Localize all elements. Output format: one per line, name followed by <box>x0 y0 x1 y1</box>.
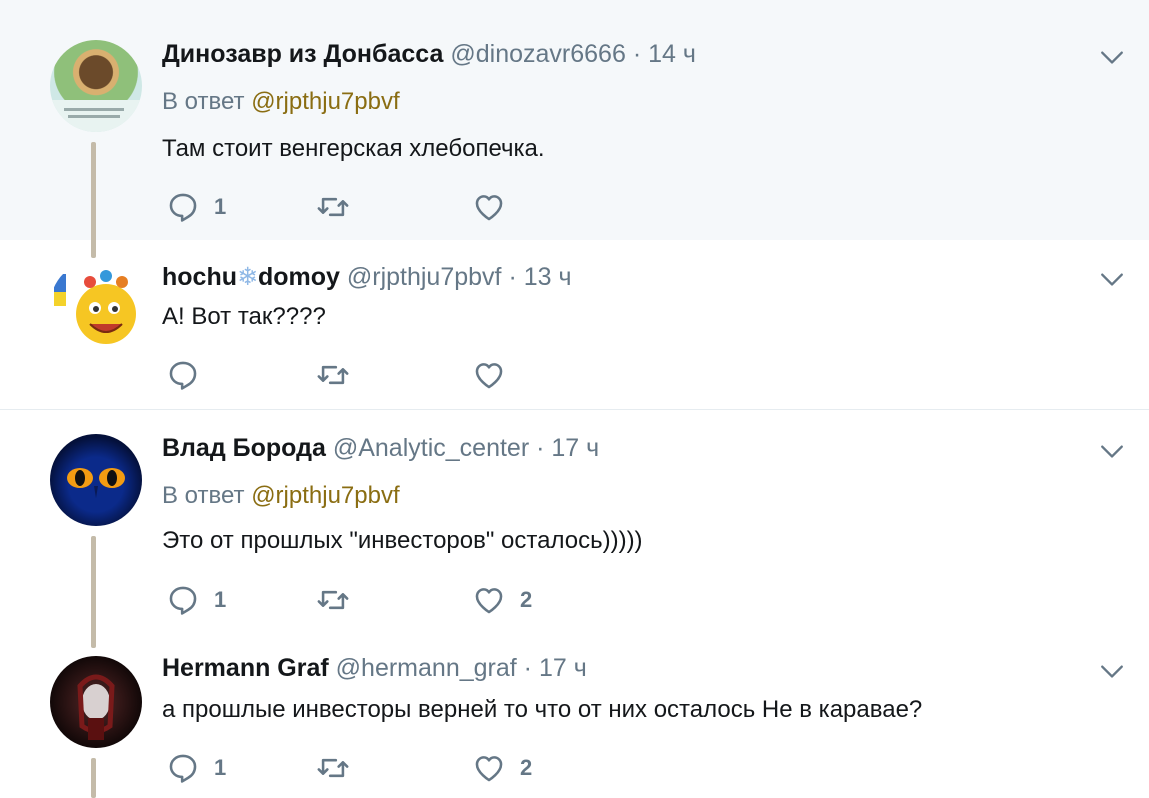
like-icon <box>475 756 503 782</box>
tweet-text: Это от прошлых "инвесторов" осталось))))… <box>162 527 643 554</box>
user-name-part[interactable]: domoy <box>258 263 340 291</box>
timestamp[interactable]: 17 ч <box>539 654 587 682</box>
separator: · <box>523 654 532 682</box>
tweet-3[interactable]: Влад Борода @Analytic_center · 17 ч В от… <box>0 410 1149 648</box>
tweet-text: Там стоит венгерская хлебопечка. <box>162 135 545 162</box>
reply-count: 1 <box>214 194 227 219</box>
like-icon <box>475 195 503 221</box>
chevron-down-icon[interactable] <box>1099 658 1125 684</box>
reply-prefix: В ответ <box>162 482 245 509</box>
reply-to: В ответ @rjpthju7pbvf <box>162 88 400 116</box>
reply-icon <box>169 586 197 615</box>
user-name[interactable]: Динозавр из Донбасса <box>162 40 443 68</box>
reply-button[interactable]: 1 <box>166 187 226 227</box>
retweet-icon <box>317 590 349 610</box>
like-count: 2 <box>520 587 533 612</box>
retweet-button[interactable] <box>316 748 364 788</box>
reply-button[interactable]: 1 <box>166 580 226 620</box>
avatar[interactable] <box>50 656 142 748</box>
tweet-header: hochu❄domoy @rjpthju7pbvf · 13 ч <box>162 262 572 292</box>
reply-button[interactable] <box>166 355 214 395</box>
user-handle[interactable]: @dinozavr6666 <box>450 40 626 68</box>
separator: · <box>536 434 545 462</box>
like-icon <box>475 363 503 389</box>
reply-icon <box>169 361 197 390</box>
tweet-actions: 1 <box>162 187 582 227</box>
avatar[interactable] <box>50 434 142 526</box>
like-button[interactable] <box>472 355 520 395</box>
reply-button[interactable]: 1 <box>166 748 226 788</box>
retweet-icon <box>317 758 349 778</box>
timestamp[interactable]: 14 ч <box>648 40 696 68</box>
tweet-4[interactable]: Hermann Graf @hermann_graf · 17 ч а прош… <box>0 630 1149 798</box>
reply-handle-link[interactable]: @rjpthju7pbvf <box>251 88 399 115</box>
chevron-down-icon[interactable] <box>1099 266 1125 292</box>
chevron-down-icon[interactable] <box>1099 438 1125 464</box>
chevron-down-icon[interactable] <box>1099 44 1125 70</box>
retweet-button[interactable] <box>316 355 364 395</box>
timestamp[interactable]: 17 ч <box>551 434 599 462</box>
separator: · <box>632 40 642 68</box>
timestamp[interactable]: 13 ч <box>524 263 572 291</box>
tweet-actions: 1 2 <box>162 748 582 788</box>
user-name-part[interactable]: hochu <box>162 263 237 291</box>
reply-count: 1 <box>214 587 227 612</box>
reply-icon <box>169 193 197 222</box>
tweet-text: А! Вот так???? <box>162 303 326 330</box>
snowflake-icon: ❄ <box>237 263 258 291</box>
retweet-button[interactable] <box>316 580 364 620</box>
like-button[interactable] <box>472 187 520 227</box>
tweet-2[interactable]: hochu❄domoy @rjpthju7pbvf · 13 ч А! Вот … <box>0 240 1149 410</box>
tweet-header: Влад Борода @Analytic_center · 17 ч <box>162 434 599 463</box>
user-handle[interactable]: @rjpthju7pbvf <box>347 263 502 291</box>
separator: · <box>508 263 517 291</box>
tweet-actions <box>162 355 582 395</box>
avatar[interactable] <box>50 40 142 132</box>
reply-prefix: В ответ <box>162 88 245 115</box>
tweet-actions: 1 2 <box>162 580 582 620</box>
user-handle[interactable]: @Analytic_center <box>333 434 529 462</box>
user-handle[interactable]: @hermann_graf <box>336 654 517 682</box>
tweet-header: Динозавр из Донбасса @dinozavr6666 · 14 … <box>162 40 696 69</box>
like-button[interactable]: 2 <box>472 748 532 788</box>
user-name[interactable]: Hermann Graf <box>162 654 329 682</box>
reply-icon <box>169 754 197 783</box>
tweet-text: а прошлые инвесторы верней то что от них… <box>162 696 923 723</box>
like-count: 2 <box>520 755 533 780</box>
tweet-1[interactable]: Динозавр из Донбасса @dinozavr6666 · 14 … <box>0 0 1149 258</box>
user-name[interactable]: Влад Борода <box>162 434 326 462</box>
reply-to: В ответ @rjpthju7pbvf <box>162 482 400 510</box>
reply-count: 1 <box>214 755 227 780</box>
like-button[interactable]: 2 <box>472 580 532 620</box>
like-icon <box>475 588 503 614</box>
retweet-icon <box>317 365 349 385</box>
retweet-button[interactable] <box>316 187 364 227</box>
retweet-icon <box>317 197 349 217</box>
avatar[interactable] <box>50 260 142 352</box>
reply-handle-link[interactable]: @rjpthju7pbvf <box>251 482 399 509</box>
thread-line <box>91 758 96 798</box>
tweet-header: Hermann Graf @hermann_graf · 17 ч <box>162 654 587 683</box>
